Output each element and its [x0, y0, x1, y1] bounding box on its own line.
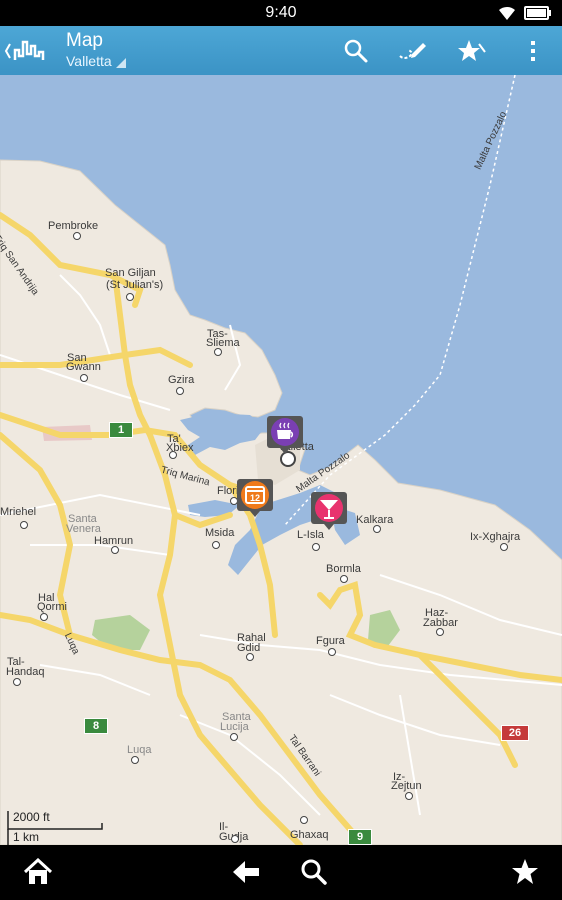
town-marker: [328, 648, 336, 656]
town-marker: [312, 543, 320, 551]
map-label: Sliema: [206, 337, 240, 349]
overflow-menu-button[interactable]: [518, 36, 548, 66]
town-marker: [169, 451, 177, 459]
map-label: Gwann: [66, 361, 101, 373]
town-marker: [126, 293, 134, 301]
map-view[interactable]: Pembroke Triq San Andrija San Giljan (St…: [0, 75, 562, 845]
map-label: Mriehel: [0, 506, 37, 518]
town-marker: [73, 232, 81, 240]
map-label: Zejtun: [391, 780, 422, 792]
map-label: Lucija: [220, 721, 249, 733]
bottom-nav-bar: [0, 845, 562, 900]
map-label: Handaq: [6, 666, 45, 678]
calendar-event-poi-icon: 12: [237, 479, 273, 517]
overflow-menu-icon: [531, 41, 535, 61]
town-marker: [111, 546, 119, 554]
star-icon: [512, 859, 538, 884]
town-marker: [230, 733, 238, 741]
map-label: Msida: [205, 527, 235, 539]
town-marker: [231, 835, 239, 843]
map-label: Ix-Xghajra: [470, 531, 521, 543]
scale-feet-label: 2000 ft: [13, 810, 50, 824]
town-marker: [246, 653, 254, 661]
town-marker: [20, 521, 28, 529]
cafe-poi-marker[interactable]: [266, 415, 304, 455]
draw-route-button[interactable]: [398, 36, 428, 66]
home-icon: [23, 858, 53, 884]
town-marker: [176, 387, 184, 395]
cocktail-bar-poi-icon: [311, 492, 347, 530]
cafe-poi-icon: [267, 416, 303, 454]
status-time: 9:40: [265, 4, 297, 21]
road-shield: 1: [109, 422, 133, 438]
search-icon: [344, 39, 368, 63]
favorites-nav-button[interactable]: [507, 857, 543, 887]
town-marker: [214, 348, 222, 356]
map-label: Qormi: [37, 601, 67, 613]
calendar-event-poi-marker[interactable]: 12: [236, 478, 274, 518]
favorites-button[interactable]: [457, 36, 487, 66]
map-label: Pembroke: [48, 220, 99, 232]
dropdown-triangle-icon: [115, 58, 126, 68]
map-label: Ghaxaq: [290, 829, 329, 841]
ferry-routes: [284, 75, 516, 526]
home-button[interactable]: [20, 857, 56, 887]
road-shield: 9: [348, 829, 372, 845]
town-marker: [131, 756, 139, 764]
back-button[interactable]: [228, 857, 264, 887]
cocktail-bar-poi-marker[interactable]: [310, 491, 348, 531]
favorites-star-icon: [458, 40, 486, 61]
scale-km-label: 1 km: [13, 830, 40, 844]
action-bar: Map Valletta: [0, 26, 562, 76]
app-logo-up-button[interactable]: [4, 34, 50, 68]
wifi-icon: [498, 5, 516, 26]
location-selector-label: Valletta: [66, 53, 112, 69]
status-bar: 9:40: [0, 0, 562, 26]
map-label: San Giljan: [105, 267, 156, 279]
map-scale-bar: 2000 ft 1 km: [6, 807, 106, 845]
city-skyline-icon: [4, 40, 45, 60]
town-marker: [405, 792, 413, 800]
map-label: Venera: [66, 523, 101, 535]
town-marker: [436, 628, 444, 636]
road-shield: 8: [84, 718, 108, 734]
map-label: Luqa: [127, 744, 152, 756]
town-marker: [40, 613, 48, 621]
map-label: Fgura: [316, 635, 345, 647]
road-shield: 26: [501, 725, 529, 741]
map-label: Gzira: [168, 374, 195, 386]
map-label: Kalkara: [356, 514, 394, 526]
search-icon: [301, 859, 327, 885]
search-nav-button[interactable]: [296, 857, 332, 887]
page-title: Map: [66, 30, 103, 51]
search-button[interactable]: [341, 36, 371, 66]
location-selector[interactable]: Valletta: [66, 53, 126, 69]
town-marker: [373, 525, 381, 533]
map-label: (St Julian's): [106, 279, 164, 291]
draw-route-icon: [399, 43, 426, 59]
status-icons: [498, 5, 552, 26]
battery-icon: [524, 6, 552, 25]
town-marker: [340, 575, 348, 583]
svg-text:12: 12: [250, 493, 260, 503]
town-marker: [500, 543, 508, 551]
town-marker: [300, 816, 308, 824]
town-marker: [13, 678, 21, 686]
town-marker: [80, 374, 88, 382]
back-arrow-icon: [233, 861, 259, 883]
map-label: Bormla: [326, 563, 361, 575]
town-marker: [212, 541, 220, 549]
